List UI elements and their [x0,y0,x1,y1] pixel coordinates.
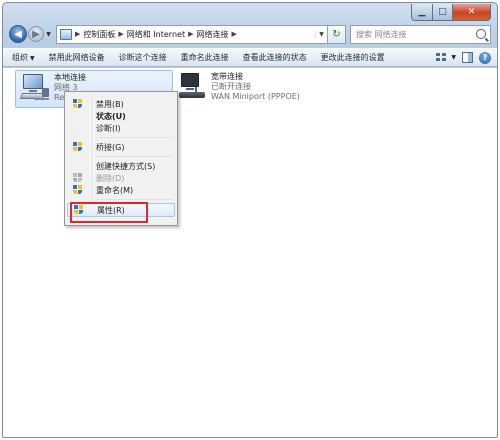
shield-quadrant [73,173,77,177]
control-panel-icon [60,28,72,40]
uac-shield-icon [73,142,82,152]
address-bar[interactable]: ▶ 控制面板 ▶ 网络和 Internet ▶ 网络连接 ▶ ▼ [56,24,328,44]
connection-name: 本地连接 [54,73,86,82]
menu-item-diagnose[interactable]: 诊断(I) [67,122,175,134]
menu-item-label: 状态(U) [96,111,126,121]
window-controls: ▁ □ ✕ [411,4,491,21]
shield-quadrant [78,178,82,182]
breadcrumb-separator-icon[interactable]: ▶ [231,30,236,38]
view-options-icon[interactable] [436,52,448,63]
shield-quadrant [78,185,82,189]
broadband-modem-icon [177,73,207,103]
menu-item-create-shortcut[interactable]: 创建快捷方式(S) [67,160,175,172]
menu-separator [96,199,173,200]
menu-item-label: 禁用(B) [96,99,124,109]
search-input[interactable]: 搜索 网络连接 [350,24,491,44]
forward-arrow-icon: ▶ [32,28,40,40]
disable-device-button[interactable]: 禁用此网络设备 [49,52,105,63]
menu-item-disable[interactable]: 禁用(B) [67,98,175,110]
search-icon[interactable] [476,29,486,39]
shield-quadrant [73,185,77,189]
breadcrumb-network-internet[interactable]: 网络和 Internet [127,29,185,40]
recent-pages-dropdown[interactable]: ▼ [44,31,53,38]
back-button[interactable]: ◀ [9,25,27,43]
organize-label: 组织 [12,53,28,62]
menu-item-label: 删除(D) [96,173,125,183]
connection-status: 已断开连接 [211,82,251,91]
view-controls: ▼ ? [436,51,491,64]
menu-item-status[interactable]: 状态(U) [67,110,175,122]
diagnose-connection-button[interactable]: 诊断这个连接 [119,52,167,63]
chevron-down-icon: ▼ [30,55,35,62]
shield-quadrant [73,104,77,108]
shield-quadrant [78,104,82,108]
connection-name: 宽带连接 [211,72,243,81]
view-status-button[interactable]: 查看此连接的状态 [243,52,307,63]
uac-shield-icon [73,99,82,109]
shield-quadrant [73,178,77,182]
shield-quadrant [73,190,77,194]
menu-item-label: 桥接(G) [96,142,125,152]
menu-item-bridge[interactable]: 桥接(G) [67,141,175,153]
uac-shield-icon [73,173,82,183]
breadcrumb-control-panel[interactable]: 控制面板 [83,29,115,40]
shield-quadrant [73,142,77,146]
refresh-icon: ↻ [332,28,341,40]
organize-menu[interactable]: 组织 ▼ [12,52,35,63]
maximize-icon: □ [438,7,447,17]
search-placeholder: 搜索 网络连接 [356,29,407,39]
breadcrumb-separator-icon[interactable]: ▶ [188,30,193,38]
menu-item-label: 重命名(M) [96,185,134,195]
preview-pane-icon[interactable] [462,52,473,63]
shield-quadrant [78,99,82,103]
red-highlight-box [70,202,148,223]
rename-connection-button[interactable]: 重命名此连接 [181,52,229,63]
change-settings-button[interactable]: 更改此连接的设置 [321,52,385,63]
breadcrumb-separator-icon[interactable]: ▶ [75,30,80,38]
command-bar: 组织 ▼ 禁用此网络设备 诊断这个连接 重命名此连接 查看此连接的状态 更改此连接… [3,48,497,67]
breadcrumb-network-connections[interactable]: 网络连接 [196,29,228,40]
shield-quadrant [73,99,77,103]
uac-shield-icon [73,185,82,195]
view-dropdown-icon[interactable]: ▼ [451,54,456,61]
network-adapter-icon [19,74,50,104]
broadband-connection-item[interactable]: 宽带连接 已断开连接 WAN Miniport (PPPOE) [173,70,343,108]
breadcrumb-separator-icon[interactable]: ▶ [118,30,123,38]
connection-device: WAN Miniport (PPPOE) [211,92,300,101]
help-icon[interactable]: ? [479,51,491,64]
back-arrow-icon: ◀ [14,28,22,40]
menu-item-delete: 删除(D) [67,172,175,184]
menu-item-label: 创建快捷方式(S) [96,161,156,171]
explorer-window: ▁ □ ✕ ◀ ▶ ▼ ▶ 控制面板 ▶ 网络和 Internet ▶ 网络连接… [2,2,498,438]
shield-quadrant [73,147,77,151]
forward-button[interactable]: ▶ [28,26,44,42]
menu-separator [96,137,173,138]
shield-quadrant [78,147,82,151]
refresh-button[interactable]: ↻ [328,24,346,44]
shield-quadrant [78,190,82,194]
menu-item-rename[interactable]: 重命名(M) [67,184,175,196]
close-button[interactable]: ✕ [453,4,491,21]
close-icon: ✕ [467,7,476,17]
shield-quadrant [78,142,82,146]
shield-quadrant [78,173,82,177]
maximize-button[interactable]: □ [433,4,453,21]
minimize-icon: ▁ [418,7,426,17]
menu-item-label: 诊断(I) [96,123,121,133]
navigation-row: ◀ ▶ ▼ ▶ 控制面板 ▶ 网络和 Internet ▶ 网络连接 ▶ ▼ ↻… [9,23,491,45]
menu-separator [96,156,173,157]
address-dropdown-icon[interactable]: ▼ [315,30,327,38]
minimize-button[interactable]: ▁ [411,4,433,21]
